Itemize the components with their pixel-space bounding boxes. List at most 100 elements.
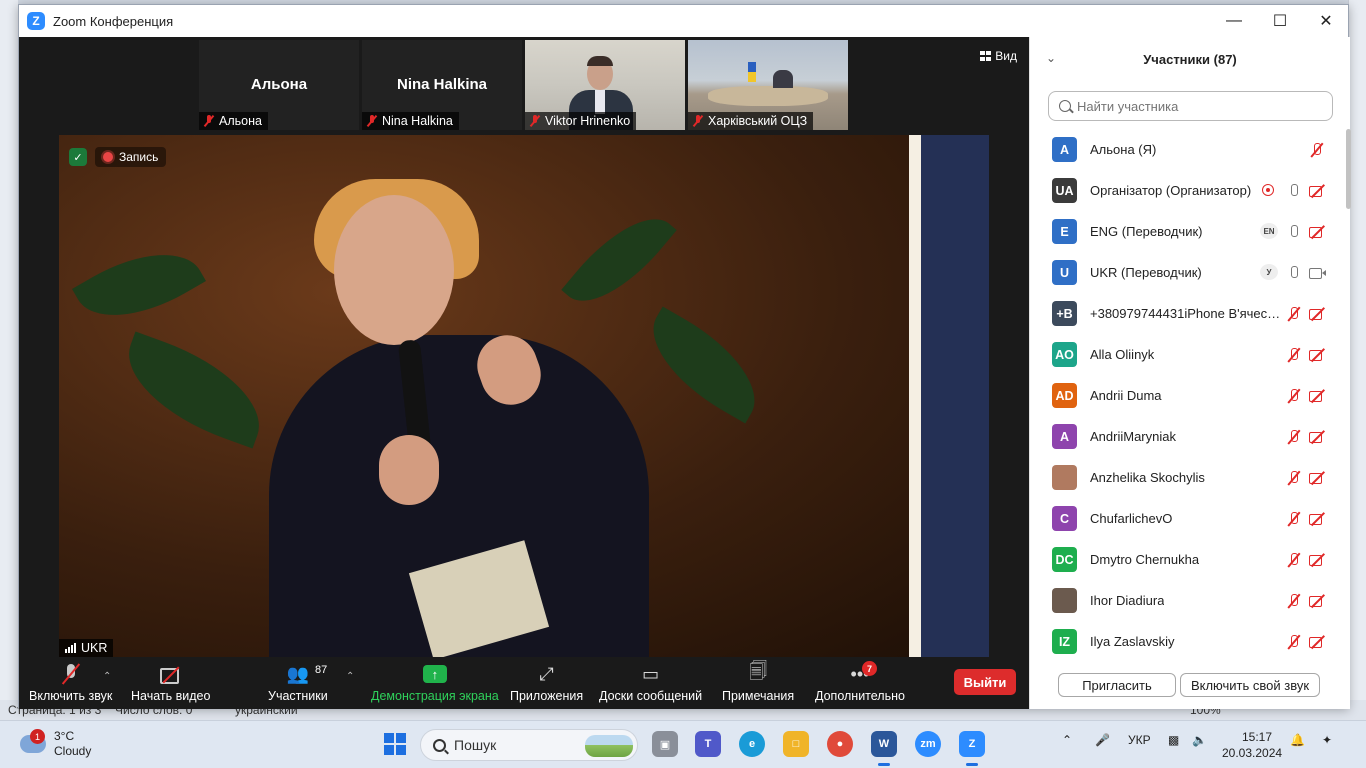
weather-widget[interactable]: 1 3°C Cloudy	[20, 729, 91, 759]
scrollbar-thumb[interactable]	[1346, 129, 1351, 209]
mic-muted-icon	[60, 663, 82, 685]
avatar: A	[1052, 137, 1077, 162]
participant-row[interactable]: A Альона (Я)	[1030, 129, 1342, 170]
participant-row[interactable]: UA Організатор (Организатор)	[1030, 170, 1342, 211]
unmute-self-button[interactable]: Включить свой звук	[1180, 673, 1320, 697]
thumbnail-label: Харківський ОЦЗ	[708, 114, 808, 128]
copilot-icon[interactable]: ✦	[1322, 733, 1332, 747]
thumbnail-video[interactable]: Nina Halkina Nina Halkina	[362, 40, 522, 130]
apps-button[interactable]: ⤢ Приложения	[510, 663, 584, 704]
avatar: AO	[1052, 342, 1077, 367]
participant-row[interactable]: E ENG (Переводчик) EN	[1030, 211, 1342, 252]
cloud-icon: 1	[20, 729, 46, 753]
participants-options-chevron-icon[interactable]: ⌃	[346, 671, 354, 682]
whiteboards-button[interactable]: ▭ Доски сообщений	[599, 663, 703, 704]
windows-taskbar: 1 3°C Cloudy Пошук ▣ T e □ ● W zm Z ⌃ 🎤 …	[0, 720, 1366, 768]
file-explorer-icon[interactable]: □	[783, 731, 809, 757]
thumbnail-video[interactable]: Харківський ОЦЗ	[688, 40, 848, 130]
recording-pill[interactable]: Запись	[95, 147, 167, 167]
view-label: Вид	[995, 49, 1017, 63]
microphone-tray-icon[interactable]: 🎤	[1095, 733, 1110, 747]
thumbnail-video[interactable]: Viktor Hrinenko	[525, 40, 685, 130]
chrome-icon[interactable]: ●	[827, 731, 853, 757]
thumbnail-center-name: Альона	[250, 76, 308, 93]
unmute-button[interactable]: Включить звук	[29, 663, 112, 703]
participants-count: 87	[315, 664, 328, 676]
close-button[interactable]: ✕	[1303, 5, 1349, 37]
whiteboards-label: Доски сообщений	[599, 689, 703, 703]
tray-chevron-icon[interactable]: ⌃	[1062, 733, 1072, 747]
participant-name: Anzhelika Skochylis	[1090, 470, 1205, 485]
interpreter-language-badge: EN	[1260, 223, 1278, 239]
minimize-button[interactable]: —	[1211, 5, 1257, 37]
avatar: AD	[1052, 383, 1077, 408]
notes-button[interactable]: 🗐 Примечания	[722, 661, 794, 703]
participant-name: ENG (Переводчик)	[1090, 224, 1203, 239]
word-icon[interactable]: W	[871, 731, 897, 766]
people-image	[773, 70, 793, 88]
mic-muted-icon	[1286, 635, 1302, 649]
thumbnail-label: Альона	[219, 114, 262, 128]
participant-row[interactable]: Ihor Diadiura	[1030, 580, 1342, 621]
apps-icon: ⤢	[539, 663, 554, 684]
edge-icon[interactable]: e	[739, 731, 765, 757]
notification-bell-icon[interactable]: 🔔	[1290, 733, 1305, 747]
search-input[interactable]	[1077, 98, 1317, 114]
mic-muted-icon	[1286, 307, 1302, 321]
participant-name: Andrii Duma	[1090, 388, 1162, 403]
teams-icon[interactable]: T	[695, 731, 721, 757]
participant-row[interactable]: AD Andrii Duma	[1030, 375, 1342, 416]
input-language[interactable]: УКР	[1128, 733, 1151, 747]
participant-row[interactable]: A AndriiMaryniak	[1030, 416, 1342, 457]
panel-scrollbar[interactable]	[1346, 129, 1351, 657]
system-clock[interactable]: 15:17 20.03.2024	[1222, 729, 1282, 761]
maximize-button[interactable]: ☐	[1257, 5, 1303, 37]
meeting-area: Вид Альона Альона Nina Halkina Nina Halk…	[19, 37, 1074, 709]
participant-name: ChufarlichevO	[1090, 511, 1173, 526]
mic-muted-icon	[366, 115, 378, 127]
thumbnail-nametag: Nina Halkina	[362, 112, 459, 130]
shield-icon[interactable]: ✓	[69, 148, 87, 166]
network-icon[interactable]: ▩	[1168, 733, 1179, 747]
volume-icon[interactable]: 🔈	[1192, 733, 1207, 747]
participant-row[interactable]: U UKR (Переводчик) У	[1030, 252, 1342, 293]
camera-off-icon	[1309, 471, 1325, 485]
meeting-toolbar: Включить звук ⌃ Начать видео 👥 Участники…	[19, 657, 1029, 709]
zoom-meetings-icon[interactable]: zm	[915, 731, 941, 757]
camera-off-icon	[159, 666, 182, 684]
background-window-left	[0, 0, 18, 720]
leave-button[interactable]: Выйти	[954, 669, 1016, 695]
unmute-label: Включить звук	[29, 689, 113, 703]
participant-row[interactable]: +B +380979744431iPhone В'ячеслав	[1030, 293, 1342, 334]
participant-search[interactable]	[1048, 91, 1333, 121]
mic-muted-icon	[1286, 389, 1302, 403]
interpreter-language-badge: У	[1260, 264, 1278, 280]
whiteboard-icon: ▭	[642, 663, 660, 684]
participant-row[interactable]: DC Dmytro Chernukha	[1030, 539, 1342, 580]
zoom-app-icon[interactable]: Z	[959, 731, 985, 766]
weather-condition: Cloudy	[54, 744, 92, 758]
thumbnail-video[interactable]: Альона Альона	[199, 40, 359, 130]
speaker-hand	[379, 435, 439, 505]
taskbar-search[interactable]: Пошук	[420, 729, 638, 761]
flag-image	[748, 62, 756, 82]
participant-row[interactable]: Anzhelika Skochylis	[1030, 457, 1342, 498]
participant-list: A Альона (Я) UA Організатор (Организатор) E E…	[1030, 129, 1342, 662]
more-button[interactable]: ••• Дополнительно	[815, 663, 905, 704]
start-video-button[interactable]: Начать видео	[131, 663, 210, 703]
view-button[interactable]: Вид	[980, 49, 1017, 63]
participant-row[interactable]: AO Alla Oliinyk	[1030, 334, 1342, 375]
plant-image	[632, 306, 776, 424]
share-screen-button[interactable]: ↑ Демонстрация экрана	[371, 663, 499, 703]
invite-button[interactable]: Пригласить	[1058, 673, 1176, 697]
thumbnail-center-name: Nina Halkina	[396, 76, 488, 93]
participant-row[interactable]: C ChufarlichevO	[1030, 498, 1342, 539]
audio-options-chevron-icon[interactable]: ⌃	[103, 671, 111, 682]
participant-row[interactable]: IZ Ilya Zaslavskiy	[1030, 621, 1342, 662]
participant-name: Альона (Я)	[1090, 142, 1157, 157]
camera-off-icon	[1309, 225, 1325, 239]
task-view-icon[interactable]: ▣	[652, 731, 678, 757]
more-label: Дополнительно	[815, 689, 905, 703]
apps-label: Приложения	[510, 689, 584, 703]
windows-start-icon[interactable]	[384, 733, 406, 755]
